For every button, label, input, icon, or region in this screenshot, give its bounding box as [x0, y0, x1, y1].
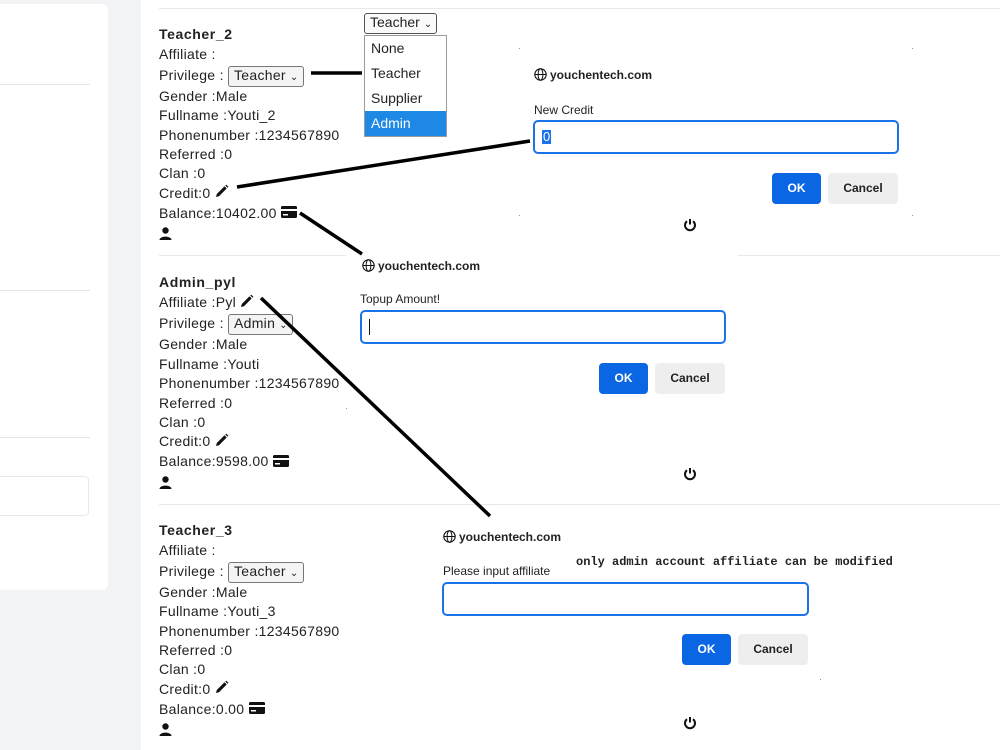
annotation-line-balance [299, 211, 363, 256]
annotation-lines [236, 71, 531, 518]
annotation-line-credit [236, 139, 531, 189]
annotation-line-affiliate [259, 296, 492, 518]
